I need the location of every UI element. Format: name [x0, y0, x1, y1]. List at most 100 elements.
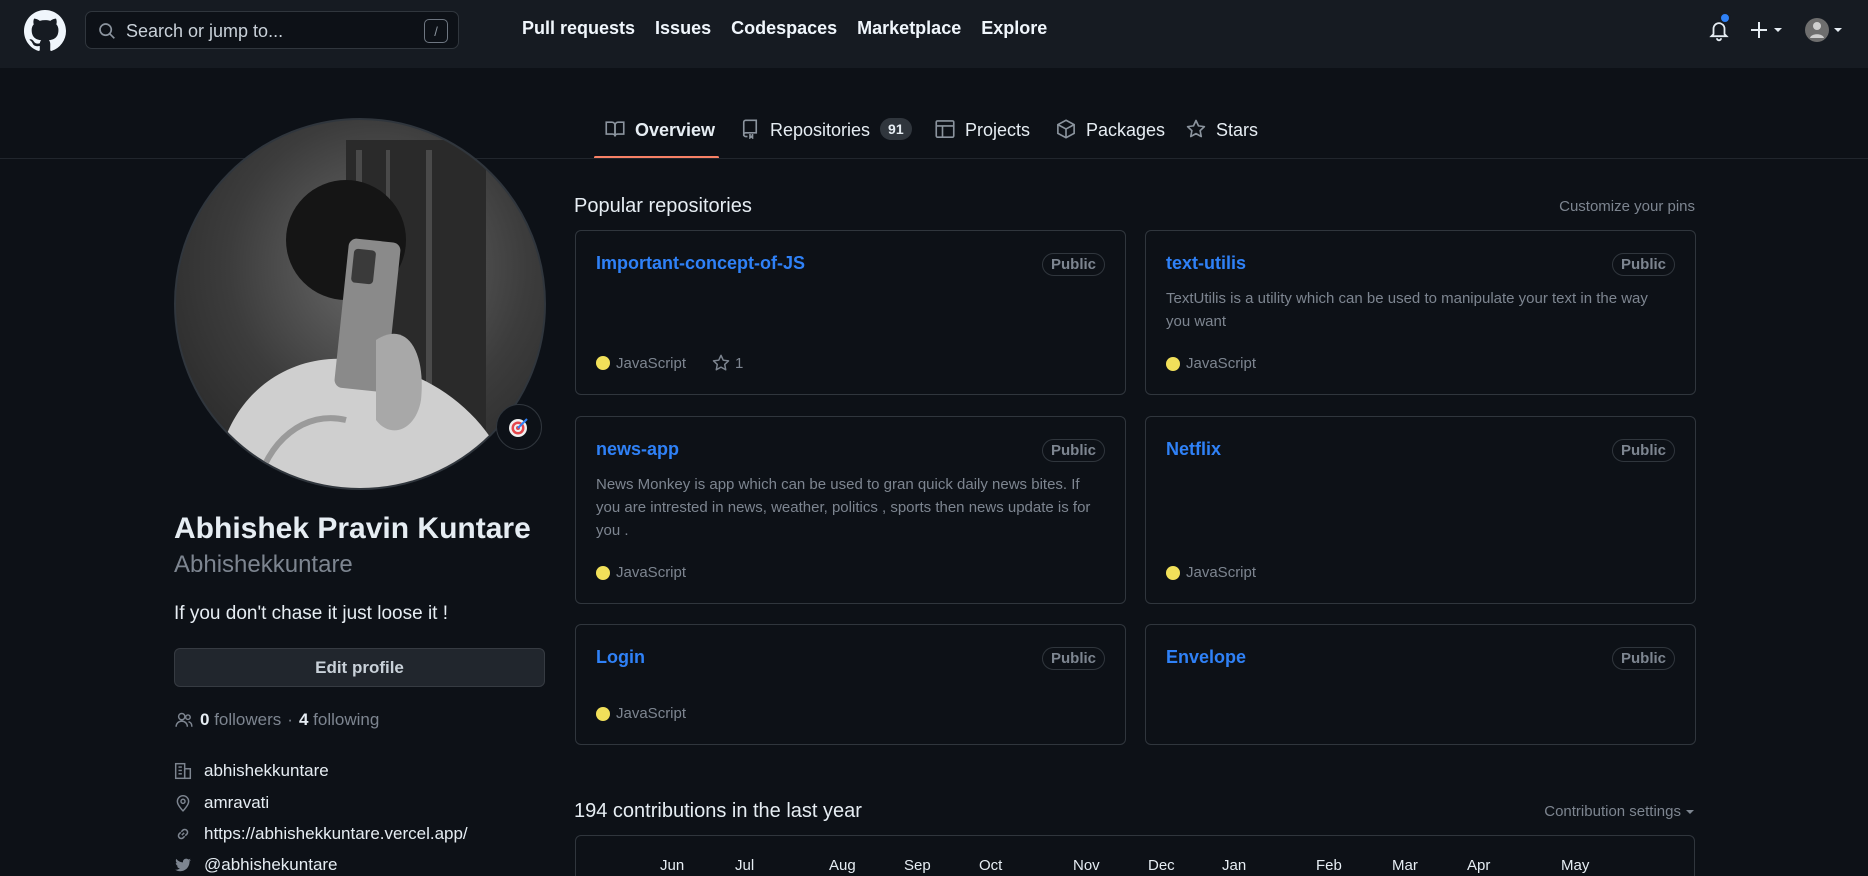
repo-meta: JavaScript 1 [596, 354, 743, 372]
tab-repositories-label: Repositories [770, 120, 871, 140]
tab-projects[interactable]: Projects [935, 110, 1030, 158]
tab-overview-label: Overview [635, 120, 716, 140]
visibility-badge: Public [1611, 647, 1675, 670]
language-color-dot [596, 565, 610, 580]
month-label: Dec [1148, 857, 1175, 874]
people-icon [175, 712, 193, 727]
followers-label: followers [214, 710, 282, 729]
repo-language: JavaScript [616, 705, 687, 722]
tab-packages-label: Packages [1086, 120, 1166, 140]
profile-avatar[interactable] [174, 118, 546, 490]
top-header: Search or jump to... / Pull requests Iss… [0, 0, 1868, 68]
profile-website: https://abhishekkuntare.vercel.app/ [174, 824, 468, 844]
nav-marketplace[interactable]: Marketplace [857, 18, 961, 39]
twitter-handle[interactable]: @abhishekuntare [204, 855, 338, 875]
profile-photo-illustration [216, 140, 515, 488]
repo-card: Netflix Public JavaScript [1145, 416, 1696, 604]
contributions-title: 194 contributions in the last year [574, 800, 862, 822]
follow-separator: · [287, 710, 293, 729]
user-avatar-menu-icon[interactable] [1804, 16, 1844, 44]
followers-count: 0 [200, 710, 210, 729]
repositories-count-badge: 91 [880, 118, 912, 140]
tab-stars[interactable]: Stars [1186, 110, 1258, 158]
contribution-settings-label: Contribution settings [1544, 803, 1681, 820]
book-icon [605, 121, 625, 137]
repo-link[interactable]: Envelope [1166, 647, 1246, 668]
language-color-dot [1166, 356, 1180, 371]
twitter-icon [175, 858, 191, 872]
star-icon [1186, 119, 1206, 138]
month-label: Mar [1392, 857, 1418, 874]
global-nav: Pull requests Issues Codespaces Marketpl… [522, 18, 1067, 39]
month-label: Oct [979, 857, 1003, 874]
repo-language: JavaScript [616, 354, 687, 372]
repo-language: JavaScript [1186, 355, 1257, 372]
nav-pull-requests[interactable]: Pull requests [522, 18, 635, 39]
following-count: 4 [298, 710, 309, 729]
popular-repositories-title: Popular repositories [574, 195, 752, 217]
star-count: 1 [735, 354, 744, 372]
package-icon [1057, 119, 1075, 139]
following-link[interactable]: 4 following [299, 710, 379, 730]
repo-link[interactable]: Login [596, 647, 645, 668]
visibility-badge: Public [1611, 439, 1675, 462]
repo-meta: JavaScript [1166, 355, 1256, 372]
month-label: Jan [1222, 857, 1247, 874]
month-label: Nov [1073, 857, 1100, 874]
language-color-dot [1166, 565, 1180, 580]
github-logo-icon[interactable] [24, 10, 66, 52]
repo-description: TextUtilis is a utility which can be use… [1166, 290, 1648, 330]
visibility-badge: Public [1041, 253, 1105, 276]
repo-link[interactable]: news-app [596, 439, 679, 460]
month-label: Feb [1316, 857, 1342, 874]
tab-stars-label: Stars [1216, 120, 1259, 140]
repo-icon [742, 119, 758, 139]
repo-card: Envelope Public [1145, 624, 1696, 745]
search-input[interactable]: Search or jump to... / [85, 11, 459, 49]
month-label: Aug [829, 857, 856, 874]
profile-full-name: Abhishek Pravin Kuntare [174, 512, 531, 545]
visibility-badge: Public [1041, 439, 1105, 462]
nav-explore[interactable]: Explore [981, 18, 1047, 39]
repo-link[interactable]: text-utilis [1166, 253, 1246, 274]
profile-bio: If you don't chase it just loose it ! [174, 603, 448, 624]
month-label: Jul [735, 857, 755, 874]
repo-card: news-app Public News Monkey is app which… [575, 416, 1126, 604]
language-color-dot [596, 706, 610, 721]
plus-dropdown-icon[interactable] [1748, 18, 1788, 42]
month-label: Jun [660, 857, 685, 874]
customize-pins-link[interactable]: Customize your pins [1559, 198, 1695, 215]
repo-language: JavaScript [1186, 564, 1257, 581]
keyboard-shortcut-key: / [424, 19, 448, 43]
stargazers-link[interactable]: 1 [712, 354, 743, 372]
repo-link[interactable]: Netflix [1166, 439, 1221, 460]
profile-company: abhishekkuntare [174, 761, 329, 781]
website-link[interactable]: https://abhishekkuntare.vercel.app/ [204, 824, 468, 844]
status-emoji-button[interactable] [496, 404, 542, 450]
nav-issues[interactable]: Issues [655, 18, 711, 39]
repo-link[interactable]: Important-concept-of-JS [596, 253, 805, 274]
tab-overview[interactable]: Overview [605, 110, 715, 158]
repo-card: Login Public JavaScript [575, 624, 1126, 745]
nav-codespaces[interactable]: Codespaces [731, 18, 837, 39]
visibility-badge: Public [1041, 647, 1105, 670]
profile-username: Abhishekkuntare [174, 551, 353, 578]
tab-repositories[interactable]: Repositories 91 [740, 110, 912, 158]
caret-down-icon [1686, 809, 1694, 814]
month-label: May [1561, 857, 1590, 874]
location-icon [176, 795, 190, 812]
visibility-badge: Public [1611, 253, 1675, 276]
search-placeholder: Search or jump to... [126, 21, 284, 41]
following-label: following [313, 710, 380, 729]
edit-profile-button[interactable]: Edit profile [174, 648, 545, 687]
language-color-dot [596, 356, 610, 370]
contribution-settings-dropdown[interactable]: Contribution settings [1544, 803, 1695, 820]
tab-packages[interactable]: Packages [1056, 110, 1165, 158]
repo-meta: JavaScript [596, 564, 686, 581]
company-text: abhishekkuntare [204, 761, 329, 780]
month-label: Apr [1467, 857, 1491, 874]
target-emoji-icon [509, 418, 528, 437]
repo-meta: JavaScript [1166, 564, 1256, 581]
tab-projects-label: Projects [965, 120, 1031, 140]
followers-link[interactable]: 0 followers [200, 710, 281, 730]
